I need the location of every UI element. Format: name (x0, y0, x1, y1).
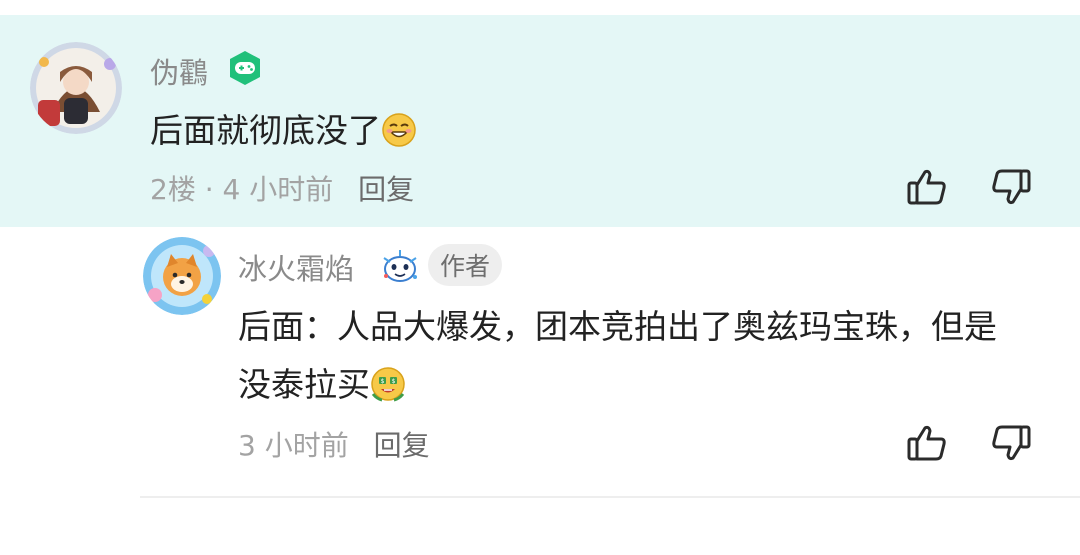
fan-badge-icon (380, 248, 420, 284)
reply-button[interactable]: 回复 (358, 173, 414, 206)
reply-meta: 3 小时前 回复 (238, 424, 430, 464)
username[interactable]: 伪鸖 (150, 50, 208, 92)
reply-time: 3 小时前 (238, 429, 349, 462)
thumbs-down-icon[interactable] (988, 420, 1034, 466)
comment-text-body: 后面就彻底没了 (150, 111, 381, 150)
rich-emoji-icon: $ $ (370, 362, 406, 402)
author-tag: 作者 (428, 244, 502, 286)
floor-number: 2楼 (150, 173, 196, 206)
reply-text-body: 后面：人品大爆发，团本竞拍出了奥兹玛宝珠，但是没泰拉买 (238, 307, 997, 404)
svg-text:$: $ (381, 378, 385, 385)
divider (140, 496, 1080, 498)
thumbs-up-icon[interactable] (904, 420, 950, 466)
reply-button[interactable]: 回复 (374, 429, 430, 462)
meta-separator: · (204, 173, 214, 206)
svg-text:$: $ (392, 378, 396, 385)
grin-emoji-icon (381, 108, 417, 147)
username[interactable]: 冰火霜焰 (238, 246, 354, 288)
avatar[interactable] (143, 237, 221, 315)
comment-text: 后面就彻底没了 (150, 102, 417, 160)
avatar[interactable] (30, 42, 122, 134)
thumbs-up-icon[interactable] (904, 164, 950, 210)
avatar-image (143, 237, 221, 315)
avatar-image (30, 42, 122, 134)
comment-thread: 伪鸖 后面就彻底没了 2楼 · 4 小时前 回复 冰火霜焰 作者 后面：人品大爆… (0, 0, 1080, 555)
thumbs-down-icon[interactable] (988, 164, 1034, 210)
comment-time: 4 小时前 (222, 173, 334, 206)
reply-text: 后面：人品大爆发，团本竞拍出了奥兹玛宝珠，但是没泰拉买 $ $ (238, 298, 998, 414)
game-controller-badge-icon (226, 49, 264, 87)
comment-meta: 2楼 · 4 小时前 回复 (150, 168, 414, 208)
